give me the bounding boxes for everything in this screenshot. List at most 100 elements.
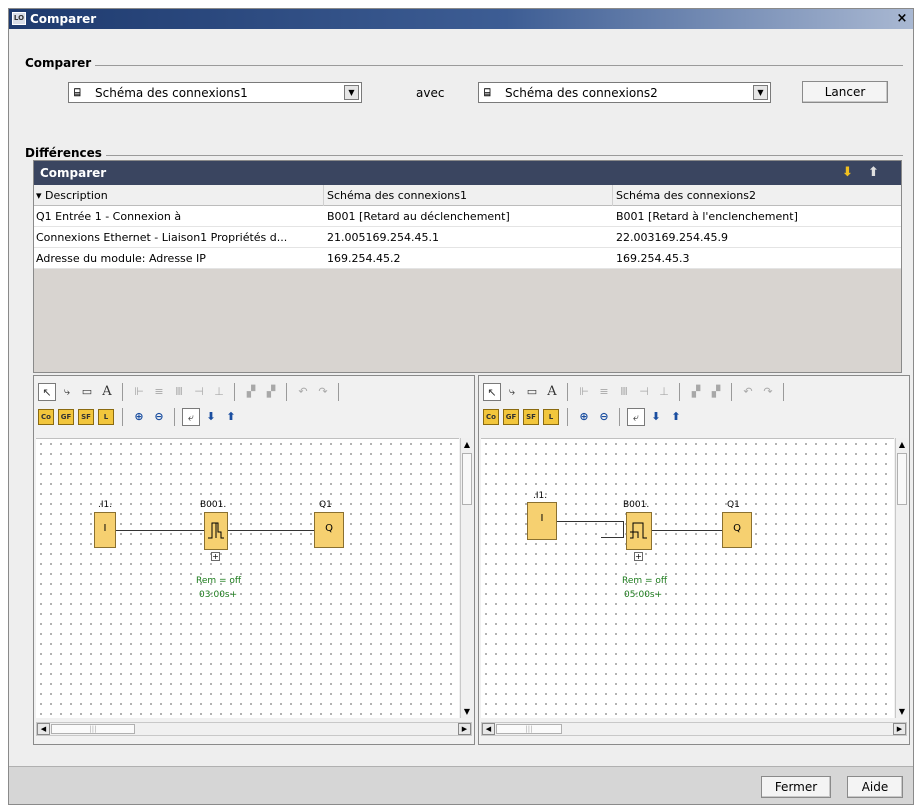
avec-label: avec: [416, 86, 445, 100]
lists-icon[interactable]: L: [543, 409, 559, 425]
distribute-vertical-icon[interactable]: ⊥: [655, 383, 673, 401]
zoom-out-icon[interactable]: ⊖: [595, 408, 613, 426]
left-diagram-canvas[interactable]: .I1. I B001. + Rem = off 03:00s+ Q1 Q: [36, 438, 459, 718]
expand-icon[interactable]: ⬆: [667, 408, 685, 426]
scroll-thumb[interactable]: [897, 453, 907, 505]
general-functions-icon[interactable]: GF: [503, 409, 519, 425]
window-title: Comparer: [30, 12, 97, 26]
scroll-thumb[interactable]: |||: [496, 724, 562, 734]
connect-tool-icon[interactable]: ⤷: [503, 383, 521, 401]
split-icon[interactable]: ▞: [262, 383, 280, 401]
off-delay-timer-block[interactable]: [204, 512, 228, 550]
special-functions-icon[interactable]: SF: [523, 409, 539, 425]
distribute-horizontal-icon[interactable]: ⊣: [635, 383, 653, 401]
route-icon[interactable]: ⤶: [182, 408, 200, 426]
scroll-down-icon[interactable]: ▼: [896, 705, 908, 718]
lists-icon[interactable]: L: [98, 409, 114, 425]
right-vertical-scrollbar[interactable]: ▲ ▼: [895, 438, 908, 718]
next-difference-icon[interactable]: ⬇: [842, 165, 853, 180]
align-left-icon[interactable]: ⊩: [575, 383, 593, 401]
block-tool-icon[interactable]: ▭: [523, 383, 541, 401]
connection-wire: [116, 530, 204, 531]
on-delay-timer-block[interactable]: [626, 512, 652, 550]
general-functions-icon[interactable]: GF: [58, 409, 74, 425]
circuit-diagram-icon: ⌸: [484, 86, 491, 99]
scroll-down-icon[interactable]: ▼: [461, 705, 473, 718]
align-middle-icon[interactable]: ≡: [595, 383, 613, 401]
expand-params-icon[interactable]: +: [634, 552, 643, 561]
input-block-symbol: I: [103, 523, 107, 534]
column-header-schema1[interactable]: Schéma des connexions1: [327, 189, 612, 202]
cut-icon[interactable]: ▞: [242, 383, 260, 401]
align-top-icon[interactable]: Ⅲ: [615, 383, 633, 401]
help-button[interactable]: Aide: [847, 776, 903, 798]
collapse-icon[interactable]: ⬇: [202, 408, 220, 426]
text-tool-icon[interactable]: A: [543, 383, 561, 401]
redo-icon[interactable]: ↷: [759, 383, 777, 401]
table-row[interactable]: Connexions Ethernet - Liaison1 Propriété…: [34, 227, 901, 248]
right-schema-select[interactable]: ⌸ Schéma des connexions2 ▼: [478, 82, 771, 103]
constants-icon[interactable]: Co: [38, 409, 54, 425]
undo-icon[interactable]: ↶: [294, 383, 312, 401]
compare-dialog: LO Comparer × Comparer ⌸ Schéma des conn…: [8, 8, 914, 805]
split-icon[interactable]: ▞: [707, 383, 725, 401]
select-tool-icon[interactable]: ↖: [483, 383, 501, 401]
left-schema-select[interactable]: ⌸ Schéma des connexions1 ▼: [68, 82, 362, 103]
route-icon[interactable]: ⤶: [627, 408, 645, 426]
close-button[interactable]: Fermer: [761, 776, 831, 798]
output-block[interactable]: Q: [722, 512, 752, 548]
constants-icon[interactable]: Co: [483, 409, 499, 425]
zoom-in-icon[interactable]: ⊕: [575, 408, 593, 426]
input-block[interactable]: I: [527, 502, 557, 540]
row-value-schema2: 22.003169.254.45.9: [616, 231, 728, 244]
undo-icon[interactable]: ↶: [739, 383, 757, 401]
select-tool-icon[interactable]: ↖: [38, 383, 56, 401]
table-row[interactable]: Q1 Entrée 1 - Connexion à B001 [Retard a…: [34, 206, 901, 227]
expand-params-icon[interactable]: +: [211, 552, 220, 561]
zoom-out-icon[interactable]: ⊖: [150, 408, 168, 426]
compare-section-label: Comparer: [25, 56, 96, 70]
launch-button[interactable]: Lancer: [802, 81, 888, 103]
input-block[interactable]: I: [94, 512, 116, 548]
cut-icon[interactable]: ▞: [687, 383, 705, 401]
scroll-right-icon[interactable]: ▶: [458, 723, 471, 735]
special-functions-icon[interactable]: SF: [78, 409, 94, 425]
left-schema-value: Schéma des connexions1: [95, 86, 248, 100]
block-tool-icon[interactable]: ▭: [78, 383, 96, 401]
distribute-vertical-icon[interactable]: ⊥: [210, 383, 228, 401]
scroll-left-icon[interactable]: ◀: [482, 723, 495, 735]
scroll-up-icon[interactable]: ▲: [461, 438, 473, 451]
title-bar[interactable]: LO Comparer ×: [9, 9, 913, 29]
chevron-down-icon[interactable]: ▼: [753, 85, 768, 100]
close-icon[interactable]: ×: [895, 12, 909, 26]
column-header-description[interactable]: ▾ Description: [36, 189, 321, 202]
connection-wire: [623, 521, 624, 537]
column-header-schema2[interactable]: Schéma des connexions2: [616, 189, 896, 202]
scroll-up-icon[interactable]: ▲: [896, 438, 908, 451]
output-block[interactable]: Q: [314, 512, 344, 548]
text-tool-icon[interactable]: A: [98, 383, 116, 401]
expand-icon[interactable]: ⬆: [222, 408, 240, 426]
left-horizontal-scrollbar[interactable]: ◀ ||| ▶: [36, 722, 472, 736]
distribute-horizontal-icon[interactable]: ⊣: [190, 383, 208, 401]
scroll-thumb[interactable]: |||: [51, 724, 135, 734]
previous-difference-icon[interactable]: ⬆: [868, 165, 879, 180]
scroll-right-icon[interactable]: ▶: [893, 723, 906, 735]
align-left-icon[interactable]: ⊩: [130, 383, 148, 401]
right-horizontal-scrollbar[interactable]: ◀ ||| ▶: [481, 722, 907, 736]
right-diagram-canvas[interactable]: .I1. I B001. + Rem = off 05:00s+ Q1 Q: [481, 438, 894, 718]
redo-icon[interactable]: ↷: [314, 383, 332, 401]
align-top-icon[interactable]: Ⅲ: [170, 383, 188, 401]
output-block-symbol: Q: [325, 523, 333, 534]
scroll-left-icon[interactable]: ◀: [37, 723, 50, 735]
left-vertical-scrollbar[interactable]: ▲ ▼: [460, 438, 473, 718]
chevron-down-icon[interactable]: ▼: [344, 85, 359, 100]
zoom-in-icon[interactable]: ⊕: [130, 408, 148, 426]
table-row[interactable]: Adresse du module: Adresse IP 169.254.45…: [34, 248, 901, 269]
scroll-thumb[interactable]: [462, 453, 472, 505]
differences-section-label: Différences: [25, 146, 106, 160]
collapse-icon[interactable]: ⬇: [647, 408, 665, 426]
timer-block-label: B001.: [200, 500, 227, 510]
connect-tool-icon[interactable]: ⤷: [58, 383, 76, 401]
align-middle-icon[interactable]: ≡: [150, 383, 168, 401]
